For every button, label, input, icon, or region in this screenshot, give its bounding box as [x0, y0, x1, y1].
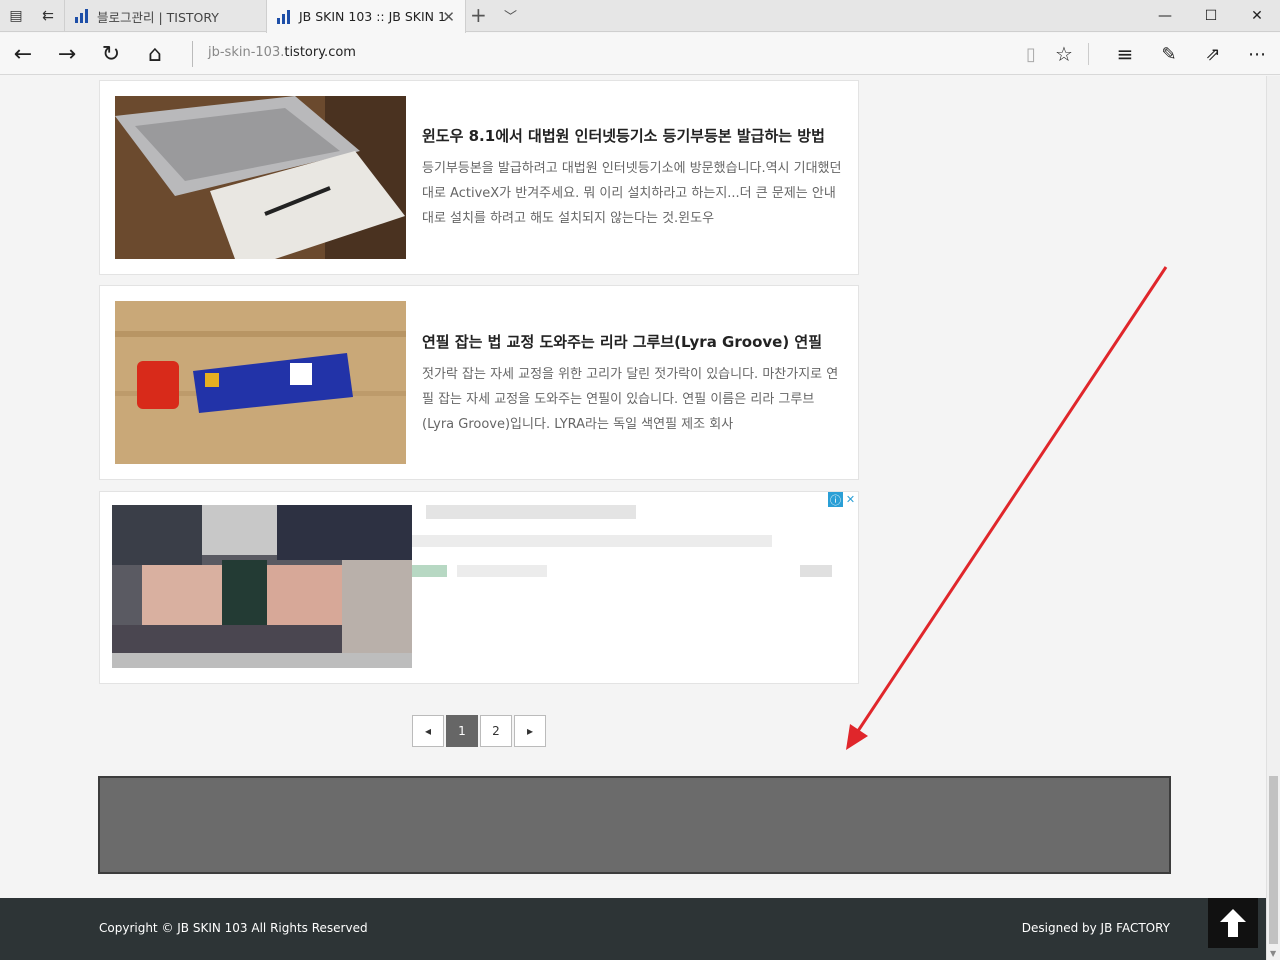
reading-view-icon[interactable]: ▯ — [1016, 39, 1046, 69]
more-icon[interactable]: ⋯ — [1242, 39, 1272, 69]
home-icon[interactable]: ⌂ — [140, 39, 170, 69]
scroll-down-icon[interactable]: ▼ — [1270, 949, 1276, 958]
scroll-to-top-button[interactable] — [1208, 898, 1258, 948]
tab-title: JB SKIN 103 :: JB SKIN 1 — [299, 9, 446, 24]
tab-bar: ▤ ⇇ 블로그관리 | TISTORY JB SKIN 103 :: JB SK… — [0, 0, 1280, 33]
vertical-scrollbar[interactable]: ▼ — [1266, 76, 1280, 960]
web-note-pen-icon[interactable]: ✎ — [1154, 39, 1184, 69]
address-prefix: jb-skin-103. — [208, 45, 285, 60]
close-tab-icon[interactable]: ✕ — [442, 8, 455, 26]
site-footer: Copyright © JB SKIN 103 All Rights Reser… — [0, 898, 1266, 960]
hub-icon[interactable]: ≡ — [1110, 39, 1140, 69]
new-tab-icon[interactable]: + — [470, 3, 487, 27]
tab-blog-admin[interactable]: 블로그관리 | TISTORY — [64, 0, 266, 32]
back-icon[interactable]: ← — [8, 39, 38, 69]
minimize-icon[interactable]: — — [1142, 0, 1188, 32]
navigation-bar: ← → ↻ ⌂ jb-skin-103.tistory.com ▯ ☆ ≡ ✎ … — [0, 33, 1280, 75]
tistory-favicon-icon — [75, 9, 89, 23]
close-window-icon[interactable]: ✕ — [1234, 0, 1280, 32]
scrollbar-thumb[interactable] — [1269, 776, 1278, 944]
address-host: tistory.com — [284, 45, 356, 60]
set-aside-tabs-icon[interactable]: ⇇ — [32, 0, 64, 32]
tab-jb-skin[interactable]: JB SKIN 103 :: JB SKIN 1 ✕ — [266, 0, 466, 33]
tab-title: 블로그관리 | TISTORY — [97, 9, 219, 25]
maximize-icon[interactable]: ☐ — [1188, 0, 1234, 32]
chevron-down-icon[interactable]: ﹀ — [504, 6, 517, 25]
designed-by-text[interactable]: Designed by JB FACTORY — [1022, 921, 1170, 935]
copyright-text: Copyright © JB SKIN 103 All Rights Reser… — [99, 921, 368, 935]
refresh-icon[interactable]: ↻ — [96, 39, 126, 69]
annotation-arrow-icon — [846, 266, 1168, 750]
favorite-star-icon[interactable]: ☆ — [1049, 39, 1079, 69]
address-bar[interactable]: jb-skin-103.tistory.com — [208, 45, 356, 60]
share-icon[interactable]: ⇗ — [1198, 39, 1228, 69]
tistory-favicon-icon — [277, 9, 291, 24]
forward-icon[interactable]: → — [52, 39, 82, 69]
arrow-up-icon — [1220, 909, 1246, 937]
tab-manager-icon[interactable]: ▤ — [0, 0, 32, 32]
page-viewport: 윈도우 8.1에서 대법원 인터넷등기소 등기부등본 발급하는 방법 등기부등본… — [0, 76, 1266, 960]
